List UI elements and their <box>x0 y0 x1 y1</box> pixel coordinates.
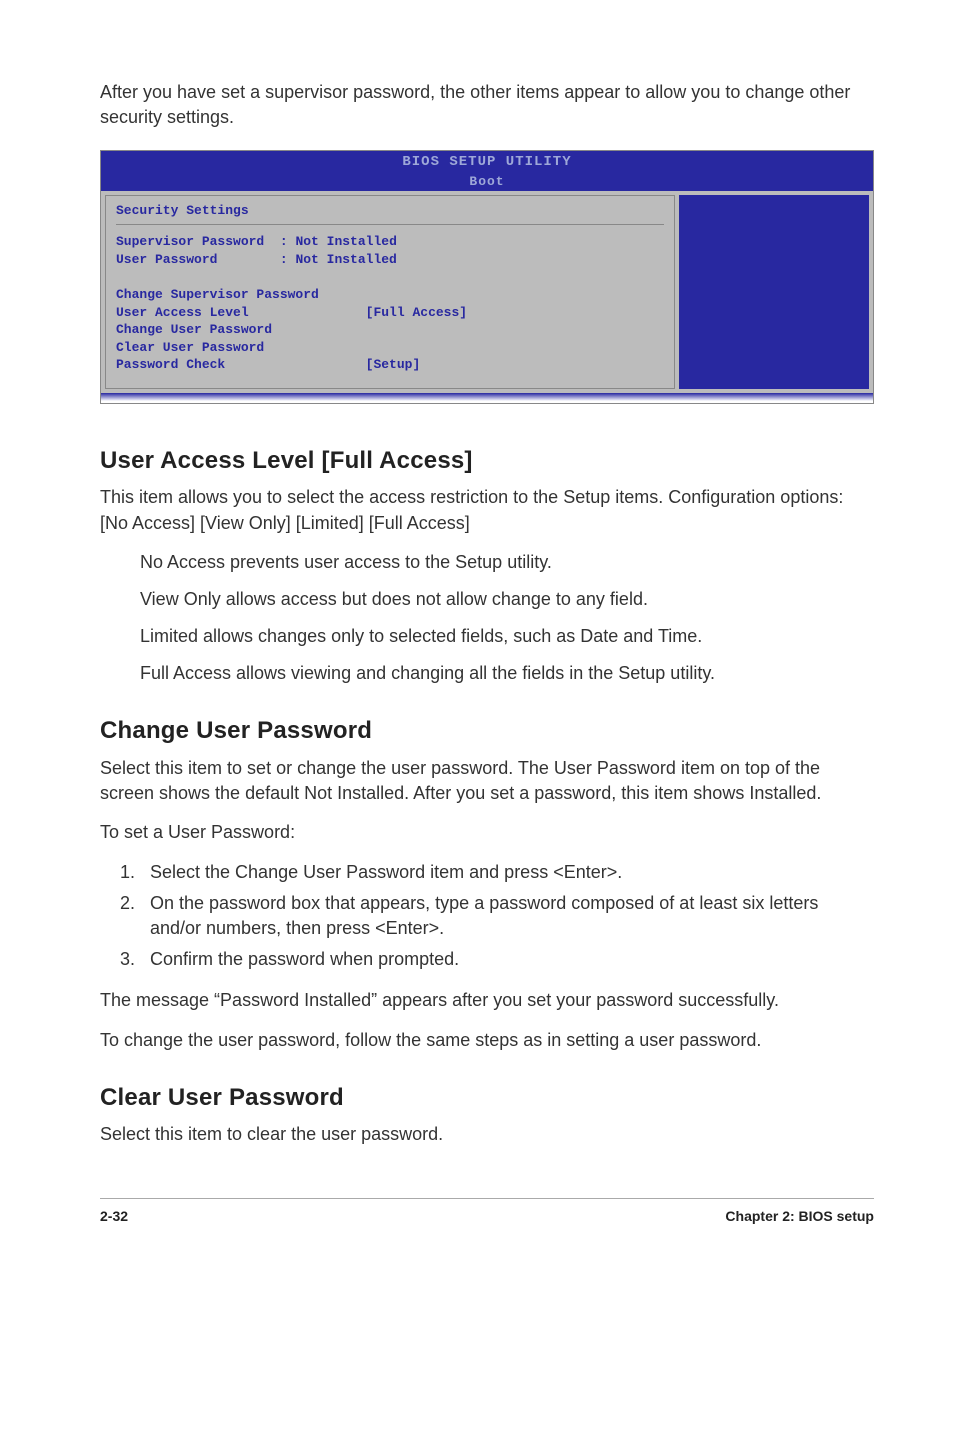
bios-user-label: User Password <box>116 252 217 267</box>
bios-sup-val: Not Installed <box>295 234 396 249</box>
bios-fade <box>101 393 873 403</box>
ual-option-limited: Limited allows changes only to selected … <box>140 624 874 649</box>
bios-sup-label: Supervisor Password <box>116 234 264 249</box>
ual-paragraph: This item allows you to select the acces… <box>100 485 874 535</box>
cup-step-2: On the password box that appears, type a… <box>140 891 874 941</box>
heading-user-access-level: User Access Level [Full Access] <box>100 444 874 478</box>
heading-change-user-password: Change User Password <box>100 714 874 748</box>
bios-title: BIOS SETUP UTILITY <box>402 154 571 170</box>
cup-paragraph-4: To change the user password, follow the … <box>100 1028 874 1053</box>
page-footer: 2-32 Chapter 2: BIOS setup <box>100 1198 874 1227</box>
cup-step-1: Select the Change User Password item and… <box>140 860 874 885</box>
bios-tab: Boot <box>101 173 873 191</box>
bios-section-heading: Security Settings <box>116 202 664 225</box>
bios-right-panel <box>679 195 869 389</box>
intro-paragraph: After you have set a supervisor password… <box>100 80 874 130</box>
ual-option-view-only: View Only allows access but does not all… <box>140 587 874 612</box>
cup-paragraph-3: The message “Password Installed” appears… <box>100 988 874 1013</box>
ual-option-full-access: Full Access allows viewing and changing … <box>140 661 874 686</box>
cup-paragraph-2: To set a User Password: <box>100 820 874 845</box>
bios-ual-val: [Full Access] <box>366 305 467 320</box>
bios-left-panel: Security Settings Supervisor Password : … <box>105 195 675 389</box>
footer-page-number: 2-32 <box>100 1207 128 1227</box>
ual-option-no-access: No Access prevents user access to the Se… <box>140 550 874 575</box>
heading-clear-user-password: Clear User Password <box>100 1081 874 1115</box>
bios-title-bar: BIOS SETUP UTILITY Boot <box>101 151 873 191</box>
bios-change-sup: Change Supervisor Password <box>116 286 664 304</box>
cup-paragraph-1: Select this item to set or change the us… <box>100 756 874 806</box>
bios-user-val: Not Installed <box>295 252 396 267</box>
cup-step-3: Confirm the password when prompted. <box>140 947 874 972</box>
bios-screenshot: BIOS SETUP UTILITY Boot Security Setting… <box>100 150 874 403</box>
bios-change-user: Change User Password <box>116 321 664 339</box>
clr-paragraph: Select this item to clear the user passw… <box>100 1122 874 1147</box>
bios-clear-user: Clear User Password <box>116 339 664 357</box>
bios-pwcheck-label: Password Check <box>116 357 225 372</box>
footer-chapter: Chapter 2: BIOS setup <box>725 1207 874 1227</box>
bios-ual-label: User Access Level <box>116 305 249 320</box>
cup-steps-list: Select the Change User Password item and… <box>140 860 874 973</box>
bios-pwcheck-val: [Setup] <box>366 357 421 372</box>
